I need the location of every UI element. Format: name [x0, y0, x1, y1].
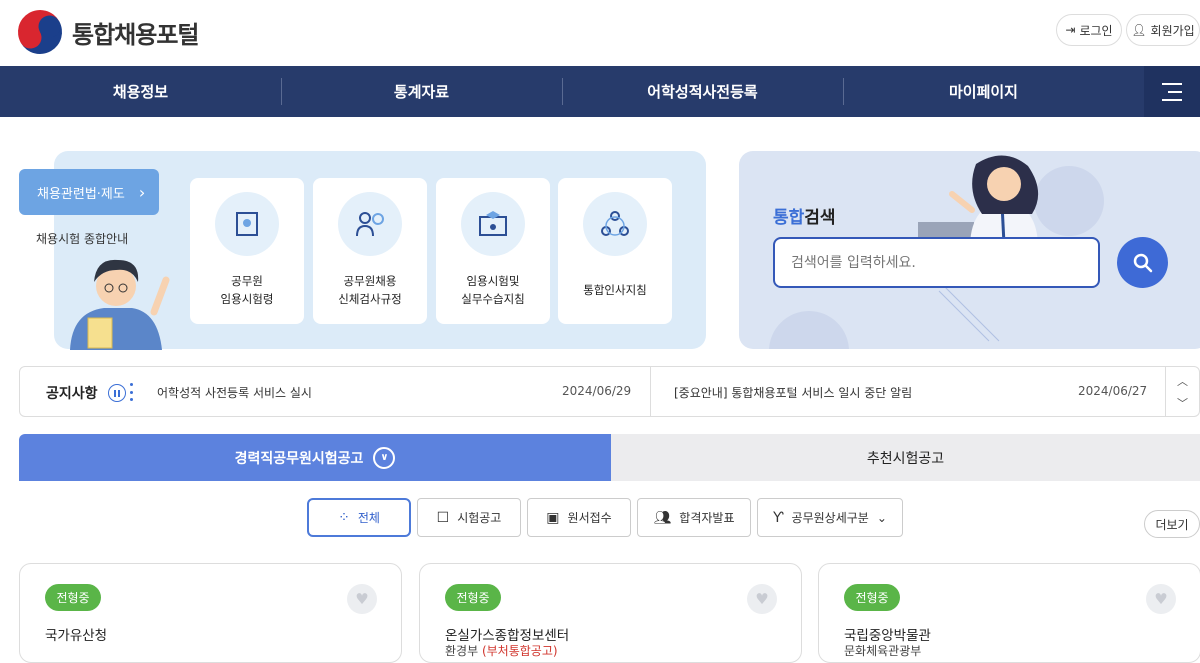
filter-results[interactable]: 👥︎ 합격자발표: [637, 498, 751, 537]
taegeuk-logo-icon: [9, 1, 71, 63]
user-icon: 👤︎: [1131, 23, 1147, 37]
card-exam-guideline[interactable]: 임용시험및 실무수습지침: [436, 178, 550, 324]
chat-icon: ☐: [436, 509, 450, 526]
users-icon: 👥︎: [653, 509, 672, 526]
chevron-down-icon[interactable]: ﹀: [1177, 395, 1188, 411]
filter-label: 공무원상세구분: [791, 511, 869, 525]
nav-item-recruit-info[interactable]: 채용정보: [0, 66, 281, 117]
tab-career-exam[interactable]: 경력직공무원시험공고 ∨: [19, 434, 611, 481]
card-hr-guideline[interactable]: 통합인사지침: [558, 178, 672, 324]
logo-text: 통합채용포털: [72, 20, 199, 49]
filter-all[interactable]: ⁘ 전체: [307, 498, 411, 537]
notice-arrows: ︿ ﹀: [1165, 367, 1199, 416]
status-badge: 전형중: [445, 584, 501, 611]
pause-icon[interactable]: [108, 384, 126, 402]
nav-item-statistics[interactable]: 통계자료: [281, 66, 562, 117]
book-icon: [215, 192, 279, 256]
woman-presenting-illustration: [918, 155, 1039, 244]
heart-icon[interactable]: ♥: [747, 584, 777, 614]
nav-item-mypage[interactable]: 마이페이지: [843, 66, 1124, 117]
notice-item-2[interactable]: [중요안내] 통합채용포털 서비스 일시 중단 알림: [674, 384, 912, 401]
network-people-icon: [583, 192, 647, 256]
org-name: 국가유산청: [45, 628, 108, 644]
heart-icon[interactable]: ♥: [1146, 584, 1176, 614]
search-title-rest: 검색: [804, 208, 836, 228]
card-physical-exam[interactable]: 공무원채용 신체검사규정: [313, 178, 427, 324]
person-clock-icon: [338, 192, 402, 256]
search-button[interactable]: [1117, 237, 1168, 288]
status-badge: 전형중: [45, 584, 101, 611]
result-card[interactable]: 전형중 ♥ 온실가스종합정보센터 환경부 (부처통합공고): [419, 563, 802, 663]
search-title-highlight: 통합: [773, 208, 805, 228]
filter-label: 합격자발표: [679, 511, 735, 525]
image-icon: ▣: [546, 509, 560, 526]
chevron-down-icon: ⌄: [876, 510, 887, 525]
login-button[interactable]: ⇥ 로그인: [1056, 14, 1122, 46]
signup-button[interactable]: 👤︎ 회원가입: [1126, 14, 1200, 46]
law-button[interactable]: 채용관련법·제도 ›: [19, 169, 159, 215]
card-label: 공무원채용 신체검사규정: [338, 274, 402, 306]
org-name: 국립중앙박물관: [844, 628, 931, 644]
hamburger-menu-icon[interactable]: [1144, 66, 1200, 117]
login-icon: ⇥: [1065, 23, 1076, 37]
notice-bar: 공지사항 어학성적 사전등록 서비스 실시 2024/06/29 [중요안내] …: [19, 366, 1200, 417]
ministry-name: 문화체육관광부: [844, 644, 922, 658]
card-exam-decree[interactable]: 공무원 임용시험령: [190, 178, 304, 324]
search-title: 통합검색: [773, 203, 836, 228]
more-button[interactable]: 더보기: [1144, 510, 1200, 538]
site-logo[interactable]: 통합채용포털: [9, 1, 199, 63]
signup-label: 회원가입: [1150, 23, 1195, 38]
man-pointing-illustration: [70, 259, 170, 350]
search-icon: [1133, 253, 1152, 272]
heart-icon[interactable]: ♥: [347, 584, 377, 614]
status-badge: 전형중: [844, 584, 900, 611]
tab-career-exam-label: 경력직공무원시험공고: [234, 450, 364, 467]
header: 통합채용포털 ⇥ 로그인 👤︎ 회원가입: [0, 0, 1200, 66]
graduate-monitor-icon: [461, 192, 525, 256]
card-label: 임용시험및 실무수습지침: [461, 274, 525, 306]
org-ministry: 문화체육관광부: [844, 642, 921, 659]
notice-title: 공지사항: [46, 386, 98, 402]
tab-recommend-exam[interactable]: 추천시험공고: [611, 434, 1200, 481]
main-nav: 채용정보 통계자료 어학성적사전등록 마이페이지: [0, 66, 1200, 117]
filter-detail-dropdown[interactable]: Ƴ 공무원상세구분 ⌄: [757, 498, 903, 537]
joint-notice-tag: (부처통합공고): [481, 644, 558, 658]
result-card[interactable]: 전형중 ♥ 국립중앙박물관 문화체육관광부: [818, 563, 1200, 663]
notice-date-1: 2024/06/29: [562, 384, 632, 398]
filter-label: 원서접수: [567, 511, 612, 525]
org-name: 온실가스종합정보센터: [445, 628, 570, 644]
law-subtitle: 채용시험 종합안내: [36, 232, 129, 246]
card-label: 통합인사지침: [583, 283, 647, 297]
more-dots-icon[interactable]: [129, 383, 133, 401]
notice-date-2: 2024/06/27: [1078, 384, 1148, 398]
chevron-right-icon: ›: [138, 182, 146, 202]
login-label: 로그인: [1079, 23, 1113, 38]
nav-item-language-score[interactable]: 어학성적사전등록: [562, 66, 843, 117]
filter-application[interactable]: ▣ 원서접수: [527, 498, 631, 537]
result-card[interactable]: 전형중 ♥ 국가유산청: [19, 563, 402, 663]
chevron-up-icon[interactable]: ︿: [1177, 373, 1188, 389]
card-label: 공무원 임용시험령: [220, 274, 274, 306]
search-input[interactable]: [773, 237, 1100, 288]
divider: [650, 367, 651, 416]
nodes-icon: ⁘: [338, 509, 350, 526]
ministry-name: 환경부: [445, 644, 479, 658]
branch-icon: Ƴ: [773, 509, 784, 526]
filter-notice[interactable]: ☐ 시험공고: [417, 498, 521, 537]
org-ministry: 환경부 (부처통합공고): [445, 642, 558, 659]
law-button-label: 채용관련법·제도: [37, 186, 125, 202]
filter-label: 시험공고: [457, 511, 502, 525]
chevron-down-circle-icon: ∨: [373, 446, 396, 469]
notice-item-1[interactable]: 어학성적 사전등록 서비스 실시: [157, 384, 312, 401]
filter-label: 전체: [357, 511, 380, 525]
